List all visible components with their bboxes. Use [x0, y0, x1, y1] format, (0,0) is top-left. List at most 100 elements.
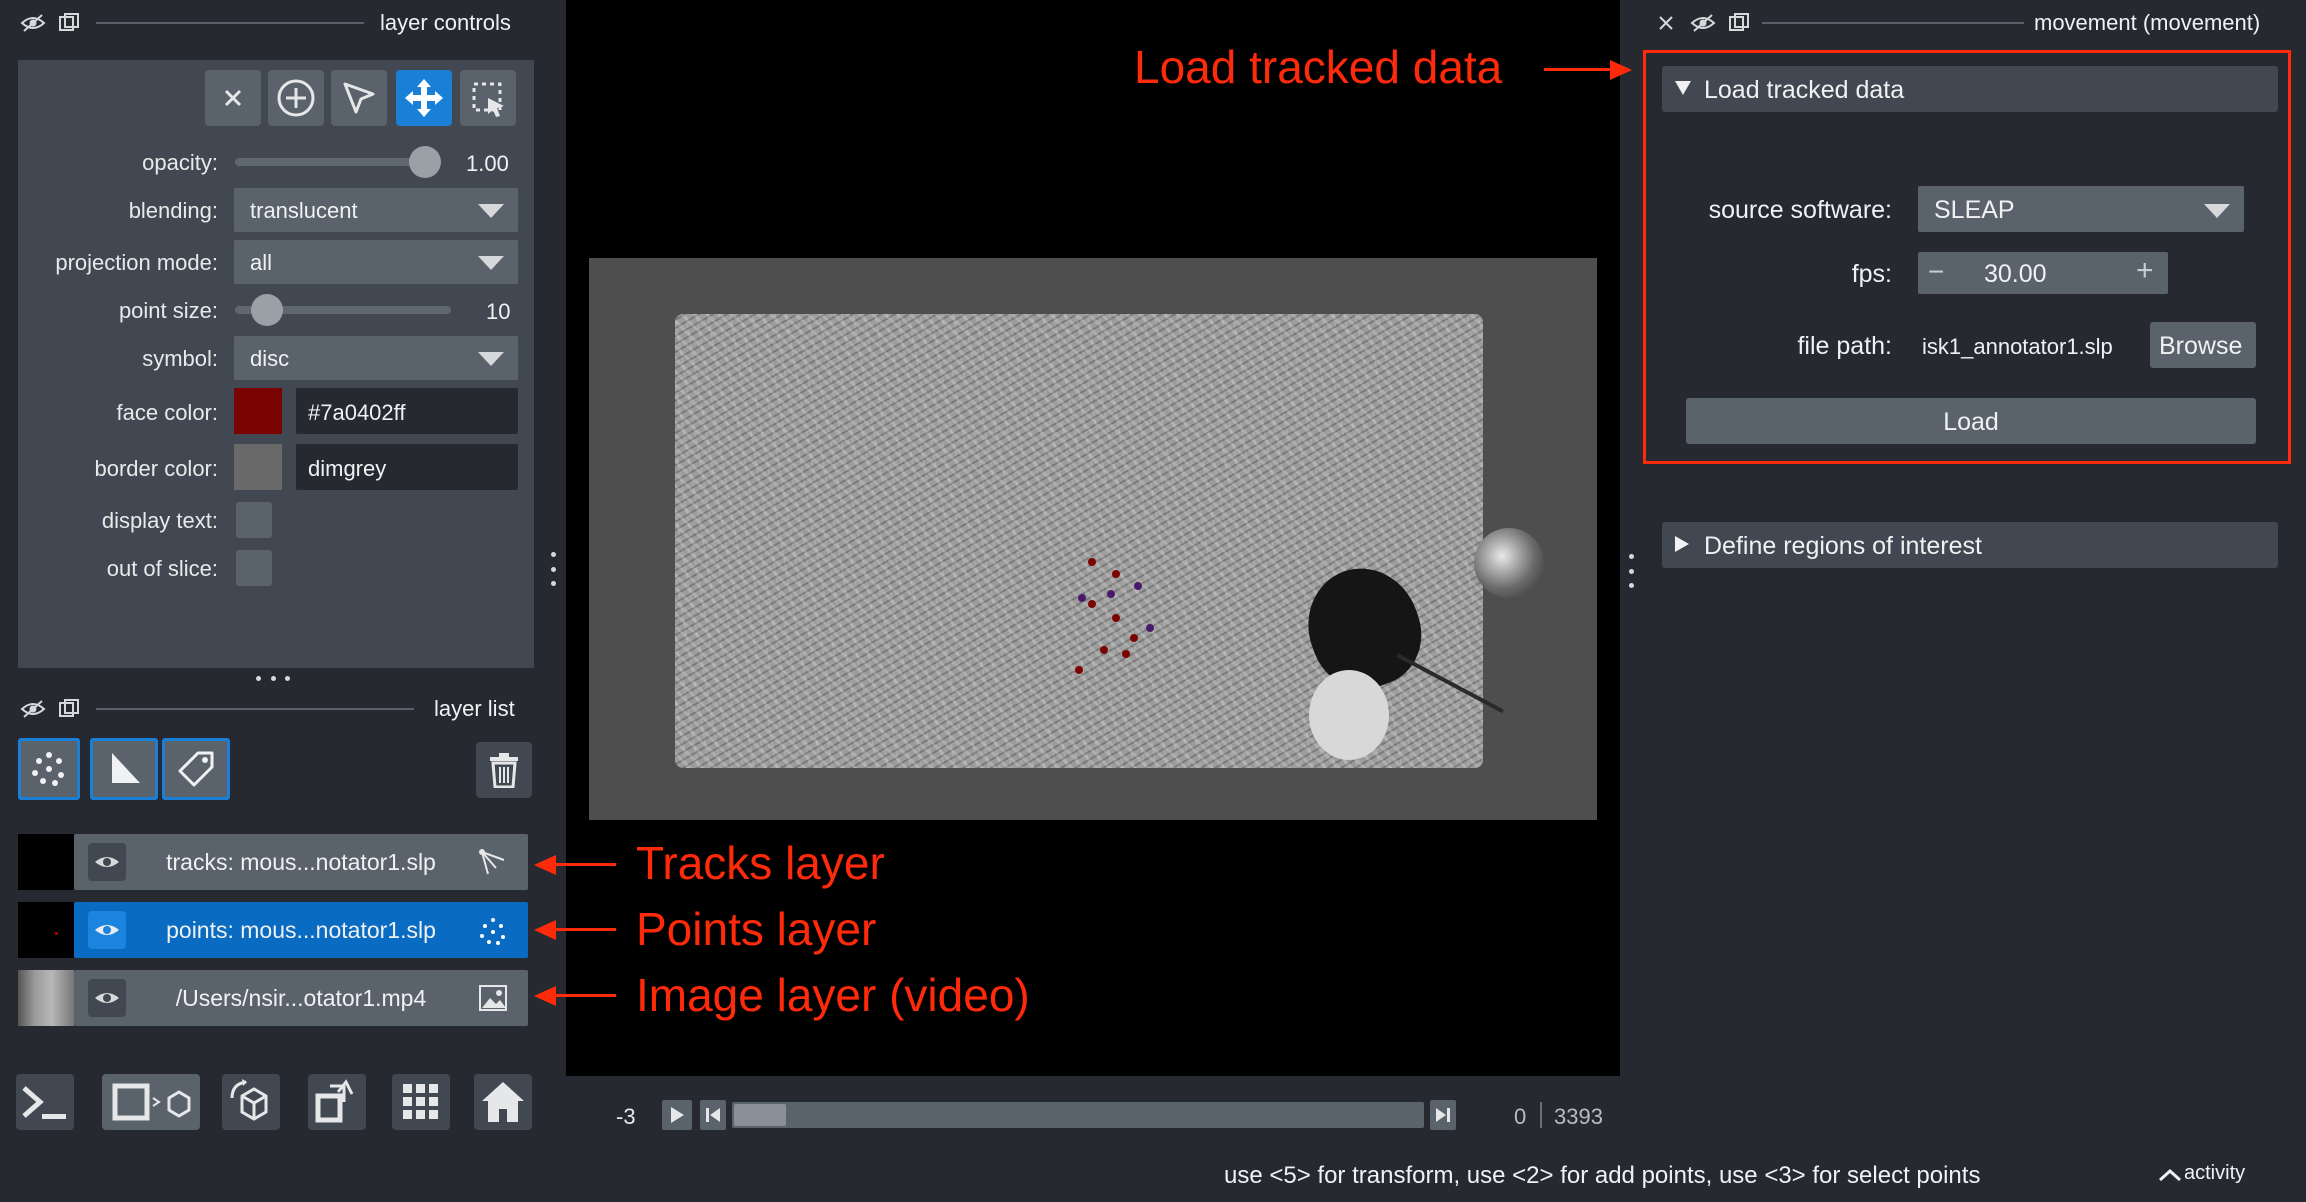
new-labels-layer-button[interactable] [162, 738, 230, 800]
annotation-points-layer: Points layer [636, 903, 877, 955]
source-software-dropdown[interactable]: SLEAP [1918, 186, 2244, 232]
delete-layer-button[interactable] [476, 742, 532, 798]
border-color-field[interactable]: dimgrey [296, 444, 518, 490]
fps-value[interactable]: 30.00 [1984, 260, 2047, 289]
keypoint [1088, 558, 1096, 566]
frame-separator [1540, 1102, 1542, 1128]
layer-name[interactable]: tracks: mous...notator1.slp [74, 849, 528, 876]
home-icon [482, 1082, 524, 1122]
roll-dimensions-button[interactable] [222, 1074, 280, 1130]
blending-dropdown[interactable]: translucent [234, 188, 518, 232]
step-back-button[interactable] [700, 1100, 726, 1130]
projection-mode-label: projection mode: [55, 250, 218, 275]
plugin-header: movement (movement) [1640, 0, 2306, 46]
chevron-down-icon [478, 204, 504, 218]
symbol-dropdown[interactable]: disc [234, 336, 518, 380]
opacity-slider[interactable] [235, 158, 431, 166]
skip-forward-icon [1436, 1108, 1450, 1122]
decrement-button[interactable]: − [1928, 256, 1944, 288]
display-text-label: display text: [101, 508, 218, 533]
keypoint [1107, 590, 1115, 598]
border-color-swatch[interactable] [234, 444, 282, 490]
current-frame[interactable]: 0 [1514, 1104, 1526, 1130]
ndisplay-toggle-button[interactable] [102, 1074, 200, 1130]
points-icon [32, 752, 64, 786]
face-color-value: #7a0402ff [308, 400, 406, 425]
play-button[interactable] [662, 1100, 692, 1130]
grid-view-button[interactable] [392, 1074, 450, 1130]
projection-mode-dropdown[interactable]: all [234, 240, 518, 284]
section-define-roi[interactable]: Define regions of interest [1662, 522, 2278, 568]
cube-rotate-icon [230, 1079, 268, 1121]
keypoint [1146, 624, 1154, 632]
float-panel-icon[interactable] [58, 698, 80, 720]
visibility-toggle-icon[interactable] [20, 12, 46, 34]
home-button[interactable] [474, 1074, 532, 1130]
delete-points-button[interactable] [205, 70, 261, 126]
add-points-button[interactable] [268, 70, 324, 126]
point-size-slider-handle[interactable] [251, 294, 283, 326]
shapes-icon [112, 753, 140, 783]
label-tag-icon [178, 751, 214, 787]
splitter-handle[interactable] [256, 674, 290, 682]
points-icon [480, 918, 505, 945]
status-message: use <5> for transform, use <2> for add p… [1224, 1162, 1981, 1189]
opacity-slider-handle[interactable] [409, 146, 441, 178]
2d-3d-toggle-icon [112, 1083, 191, 1121]
increment-button[interactable]: + [2136, 254, 2154, 288]
fps-spinbox[interactable]: − 30.00 + [1918, 252, 2168, 294]
chevron-down-icon [478, 352, 504, 366]
layer-name[interactable]: /Users/nsir...otator1.mp4 [74, 985, 528, 1012]
face-color-swatch[interactable] [234, 388, 282, 434]
face-color-field[interactable]: #7a0402ff [296, 388, 518, 434]
triangle-down-icon [1675, 81, 1691, 95]
float-panel-icon[interactable] [58, 12, 80, 34]
frame-offset-label: -3 [616, 1104, 636, 1129]
section-load-tracked-data[interactable]: Load tracked data [1662, 66, 2278, 112]
select-points-button[interactable] [331, 70, 387, 126]
layer-row-image[interactable]: /Users/nsir...otator1.mp4 [74, 970, 528, 1026]
frame-slider[interactable] [732, 1102, 1424, 1128]
display-text-checkbox[interactable] [236, 502, 272, 538]
layer-controls-header: layer controls [0, 0, 560, 46]
visibility-toggle-icon[interactable] [20, 698, 46, 720]
chevron-up-icon [2158, 1168, 2182, 1182]
annotation-image-layer: Image layer (video) [636, 969, 1030, 1021]
point-size-value: 10 [486, 299, 511, 324]
face-color-label: face color: [116, 400, 219, 425]
layer-row-points[interactable]: points: mous...notator1.slp [74, 902, 528, 958]
float-panel-icon[interactable] [1728, 12, 1750, 34]
layer-row-tracks[interactable]: tracks: mous...notator1.slp [74, 834, 528, 890]
annotation-tracks-layer: Tracks layer [636, 837, 885, 889]
video-frame [589, 258, 1597, 820]
keypoint [1100, 646, 1108, 654]
border-color-value: dimgrey [308, 456, 387, 481]
out-of-slice-checkbox[interactable] [236, 550, 272, 586]
left-dock-handle[interactable] [551, 552, 557, 586]
pan-zoom-button[interactable] [396, 70, 452, 126]
annotation-arrow [556, 928, 616, 931]
load-button[interactable]: Load [1686, 398, 2256, 444]
layer-name[interactable]: points: mous...notator1.slp [74, 917, 528, 944]
blending-label: blending: [128, 198, 218, 223]
grid-icon [403, 1084, 438, 1119]
point-size-label: point size: [118, 298, 218, 323]
total-frames: 3393 [1554, 1104, 1603, 1129]
add-circle-icon [277, 79, 315, 117]
annotation-arrow [556, 994, 616, 997]
new-shapes-layer-button[interactable] [90, 738, 158, 800]
close-icon[interactable] [1658, 15, 1674, 31]
close-icon [224, 89, 242, 107]
source-software-value: SLEAP [1934, 196, 2015, 224]
new-points-layer-button[interactable] [18, 738, 80, 800]
frame-slider-handle[interactable] [734, 1104, 786, 1126]
step-forward-button[interactable] [1430, 1100, 1456, 1130]
visibility-toggle-icon[interactable] [1690, 12, 1716, 34]
transpose-dimensions-button[interactable] [308, 1074, 366, 1130]
layer-list-header: layer list [0, 690, 560, 730]
console-button[interactable] [16, 1074, 74, 1130]
browse-button[interactable]: Browse [2150, 322, 2256, 368]
transform-button[interactable] [460, 70, 516, 126]
file-path-field[interactable]: isk1_annotator1.slp [1918, 322, 2134, 368]
right-dock-handle[interactable] [1629, 554, 1635, 588]
